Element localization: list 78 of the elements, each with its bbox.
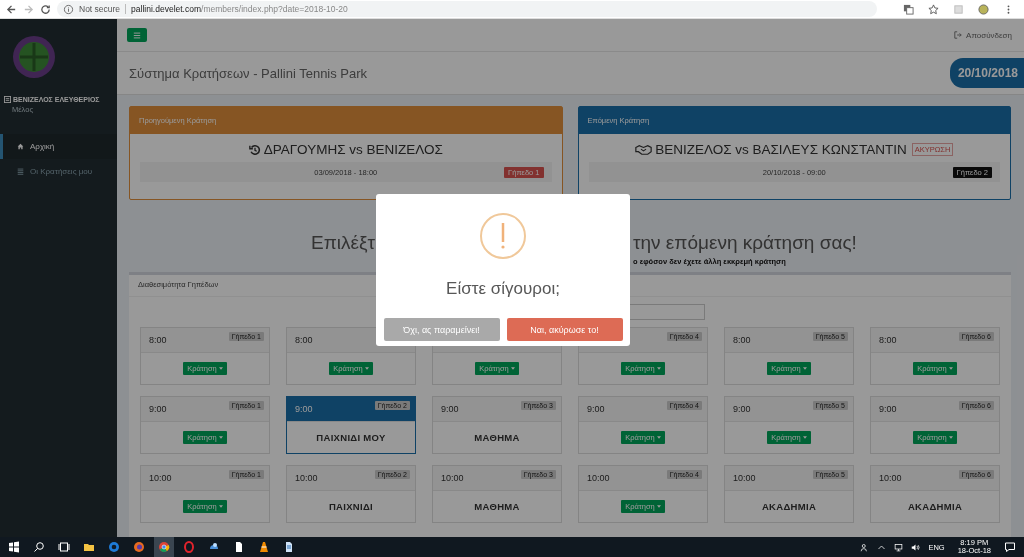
windows-logo-icon[interactable] — [8, 541, 20, 553]
slot-time: 9:00 — [441, 404, 459, 414]
translate-icon[interactable] — [903, 3, 914, 15]
dialog-title: Είστε σίγουροι; — [446, 279, 560, 299]
caret-icon — [656, 505, 661, 508]
slot-time: 10:00 — [879, 473, 902, 483]
page-title: Σύστημα Κρατήσεων - Pallini Tennis Park — [129, 65, 368, 81]
slot-time: 8:00 — [879, 335, 897, 345]
menu-icon — [133, 31, 141, 39]
slot-time: 10:00 — [441, 473, 464, 483]
slot-time: 8:00 — [733, 335, 751, 345]
match-title: ΔΡΑΓΟΥΜΗΣ vs ΒΕΝΙΖΕΛΟΣ — [263, 142, 443, 157]
caret-icon — [656, 436, 661, 439]
back-icon[interactable] — [6, 3, 17, 15]
slot-time: 10:00 — [149, 473, 172, 483]
file-icon[interactable] — [233, 541, 245, 553]
slot-time: 8:00 — [149, 335, 167, 345]
browser-icon[interactable] — [108, 541, 120, 553]
slot-time: 8:00 — [295, 335, 313, 345]
browser-icon[interactable] — [133, 541, 145, 553]
caret-icon — [948, 367, 953, 370]
caret-icon — [948, 436, 953, 439]
warning-icon — [479, 212, 527, 260]
slot-status: ΠΑΙΧΝΙΔΙ ΜΟΥ — [316, 432, 386, 443]
caret-icon — [802, 367, 807, 370]
nav-item[interactable]: Οι Κρατήσεις μου — [0, 159, 117, 184]
caret-icon — [218, 505, 223, 508]
date-pill: 20/10/2018 — [949, 58, 1024, 88]
nav-item[interactable]: Αρχική — [0, 134, 117, 159]
match-title: ΒΕΝΙΖΕΛΟΣ vs ΒΑΣΙΛΕΥΣ ΚΩΝΣΤΑΝΤΙΝ — [655, 142, 907, 157]
cancel-button[interactable]: Όχι, ας παραμείνει! — [383, 318, 500, 341]
headline-text: την επόμενη κράτηση σας! — [633, 232, 858, 254]
slot-status: ΜΑΘΗΜΑ — [474, 432, 520, 443]
logout-icon — [954, 31, 963, 39]
confirm-button[interactable]: Ναι, ακύρωσε το! — [506, 318, 623, 341]
slot-time: 9:00 — [295, 404, 313, 414]
slot-status: ΜΑΘΗΜΑ — [474, 501, 520, 512]
browser-icon[interactable] — [183, 541, 195, 553]
network-icon[interactable] — [894, 542, 904, 552]
caret-icon — [656, 367, 661, 370]
star-icon[interactable] — [928, 3, 939, 15]
task-view-icon[interactable] — [58, 541, 70, 553]
people-icon[interactable] — [860, 542, 870, 552]
reload-icon[interactable] — [40, 3, 51, 15]
folder-icon[interactable] — [83, 541, 95, 553]
slot-status: ΑΚΑΔΗΜΙΑ — [907, 501, 963, 512]
slot-status: ΑΚΑΔΗΜΙΑ — [761, 501, 817, 512]
url-text[interactable]: pallini.develet.com/members/index.php?date=2018-10-20 — [131, 4, 348, 14]
avatar-icon[interactable] — [978, 3, 989, 15]
headline-text: Επιλέξτ — [310, 232, 375, 254]
list-icon — [17, 168, 24, 175]
slot-time: 10:00 — [733, 473, 756, 483]
history-icon — [248, 143, 261, 156]
slot-time: 9:00 — [149, 404, 167, 414]
slot-time: 9:00 — [587, 404, 605, 414]
home-icon — [17, 143, 24, 150]
document-icon[interactable] — [283, 541, 295, 553]
search-icon[interactable] — [33, 541, 45, 553]
caret-icon — [802, 436, 807, 439]
slot-time: 9:00 — [733, 404, 751, 414]
caret-icon — [364, 367, 369, 370]
club-logo — [12, 35, 56, 79]
volume-icon[interactable] — [911, 542, 921, 552]
caret-icon — [218, 367, 223, 370]
handshake-icon — [635, 143, 653, 156]
caret-icon — [510, 367, 515, 370]
id-card-icon — [4, 96, 11, 103]
slot-time: 10:00 — [587, 473, 610, 483]
menu-toggle-button[interactable] — [127, 28, 147, 42]
logout-link[interactable]: Αποσύνδεση — [954, 30, 1012, 40]
info-icon[interactable] — [63, 3, 74, 15]
traffic-cone-icon[interactable] — [258, 541, 270, 553]
notification-icon[interactable] — [1004, 541, 1016, 553]
slot-time: 10:00 — [295, 473, 318, 483]
slot-time: 9:00 — [879, 404, 897, 414]
security-label: Not secure — [79, 4, 121, 14]
caret-icon — [218, 436, 223, 439]
slot-status: ΠΑΙΧΝΙΔΙ — [328, 501, 374, 512]
